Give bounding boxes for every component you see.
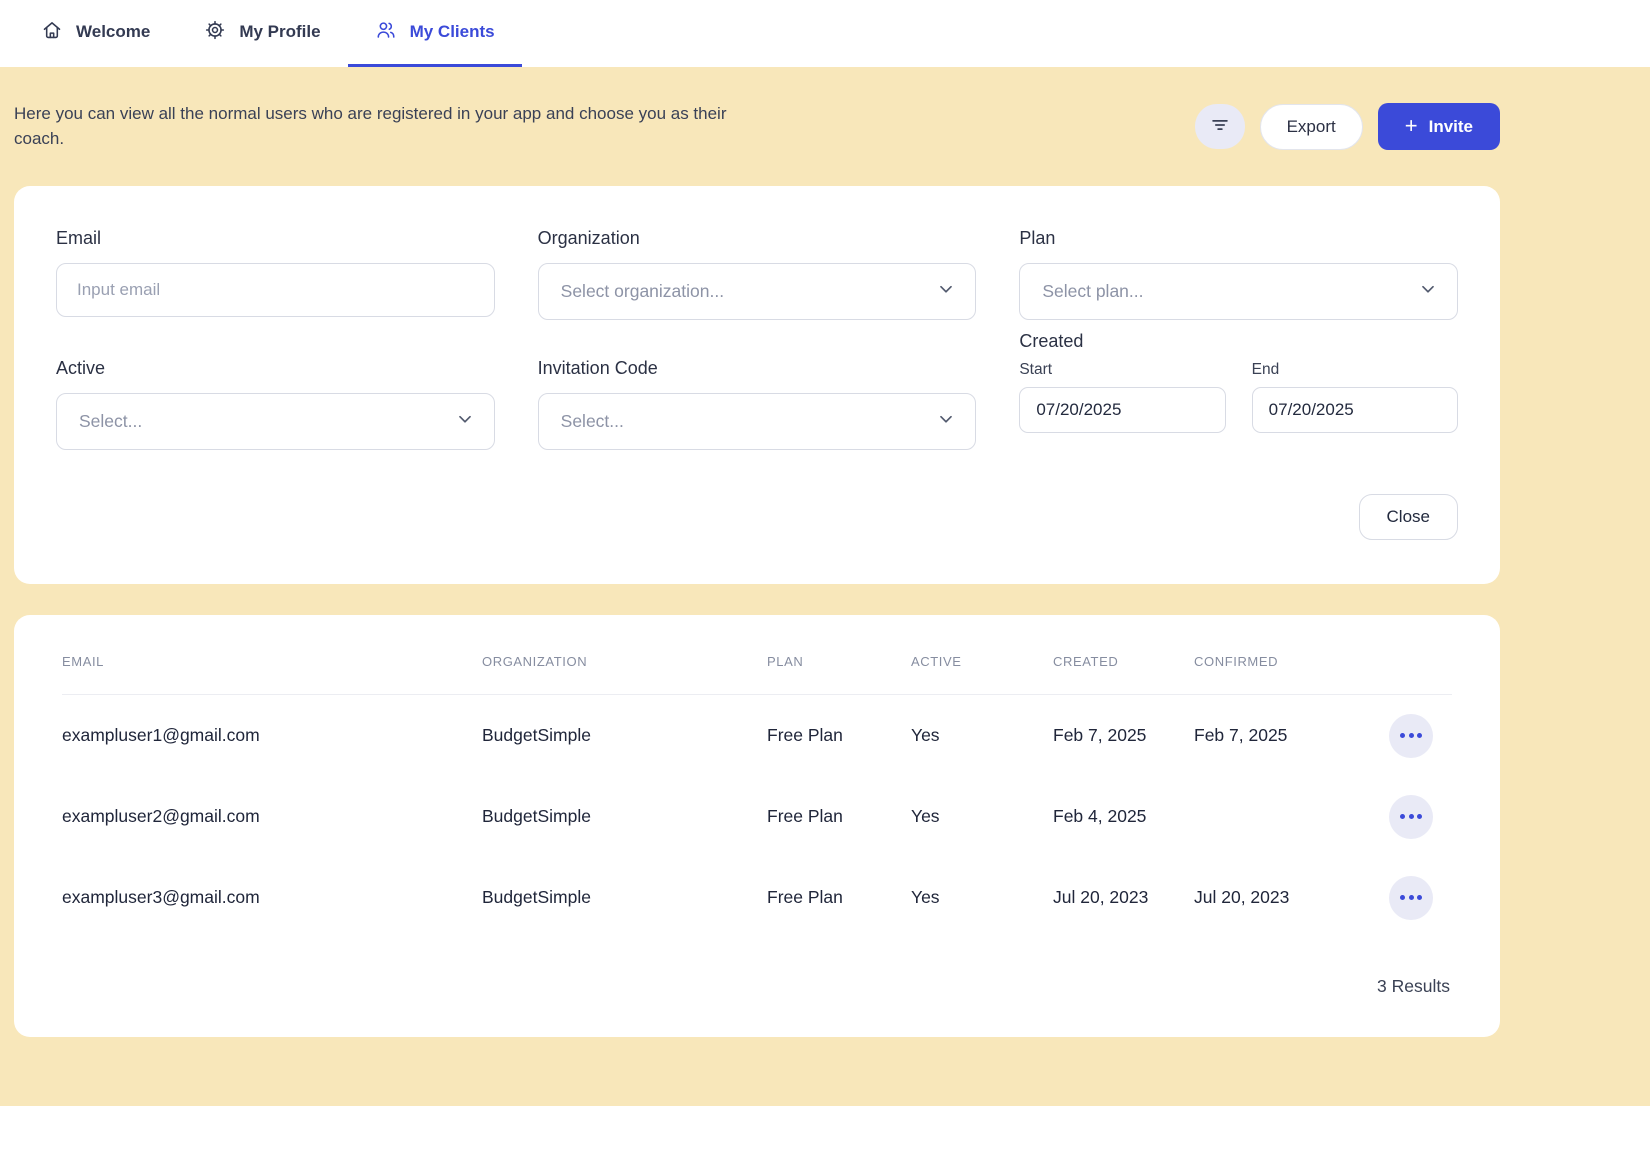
filter-icon bbox=[1209, 114, 1231, 139]
cell-confirmed: Feb 7, 2025 bbox=[1194, 725, 1389, 746]
tab-my-profile[interactable]: My Profile bbox=[177, 0, 347, 67]
gear-icon bbox=[204, 19, 226, 46]
table-row: exampluser3@gmail.com BudgetSimple Free … bbox=[62, 857, 1452, 938]
my-clients-page: Here you can view all the normal users w… bbox=[0, 67, 1650, 1106]
chevron-down-icon bbox=[454, 408, 476, 435]
cell-active: Yes bbox=[911, 725, 1053, 746]
invitation-code-filter-field: Invitation Code Select... bbox=[538, 358, 977, 450]
tab-label: My Profile bbox=[239, 22, 320, 42]
invite-button[interactable]: + Invite bbox=[1378, 103, 1500, 150]
cell-created: Feb 7, 2025 bbox=[1053, 725, 1194, 746]
cell-confirmed: Jul 20, 2023 bbox=[1194, 887, 1389, 908]
start-date-input[interactable] bbox=[1019, 387, 1225, 433]
cell-email: exampluser2@gmail.com bbox=[62, 806, 482, 827]
page-description: Here you can view all the normal users w… bbox=[14, 102, 754, 151]
email-filter-field: Email bbox=[56, 228, 495, 320]
row-actions-button[interactable] bbox=[1389, 876, 1433, 920]
tab-label: My Clients bbox=[410, 22, 495, 42]
cell-active: Yes bbox=[911, 806, 1053, 827]
tab-my-clients[interactable]: My Clients bbox=[348, 0, 522, 67]
cell-created: Feb 4, 2025 bbox=[1053, 806, 1194, 827]
users-icon bbox=[375, 19, 397, 46]
invitation-code-label: Invitation Code bbox=[538, 358, 977, 379]
table-row: exampluser2@gmail.com BudgetSimple Free … bbox=[62, 776, 1452, 857]
plus-icon: + bbox=[1405, 115, 1418, 137]
end-label: End bbox=[1252, 361, 1458, 379]
active-label: Active bbox=[56, 358, 495, 379]
plan-label: Plan bbox=[1019, 228, 1458, 249]
cell-organization: BudgetSimple bbox=[482, 887, 767, 908]
organization-label: Organization bbox=[538, 228, 977, 249]
organization-select-value: Select organization... bbox=[561, 281, 724, 302]
invite-button-label: Invite bbox=[1429, 117, 1473, 137]
table-row: exampluser1@gmail.com BudgetSimple Free … bbox=[62, 695, 1452, 776]
tab-welcome[interactable]: Welcome bbox=[14, 0, 177, 67]
chevron-down-icon bbox=[1417, 278, 1439, 305]
column-header-created: CREATED bbox=[1053, 654, 1194, 669]
active-select[interactable]: Select... bbox=[56, 393, 495, 450]
row-actions-button[interactable] bbox=[1389, 795, 1433, 839]
organization-filter-field: Organization Select organization... bbox=[538, 228, 977, 320]
active-select-value: Select... bbox=[79, 411, 142, 432]
plan-select-value: Select plan... bbox=[1042, 281, 1143, 302]
cell-organization: BudgetSimple bbox=[482, 806, 767, 827]
end-date-input[interactable] bbox=[1252, 387, 1458, 433]
cell-created: Jul 20, 2023 bbox=[1053, 887, 1194, 908]
chevron-down-icon bbox=[935, 408, 957, 435]
email-label: Email bbox=[56, 228, 495, 249]
created-start-field: Start bbox=[1019, 361, 1225, 433]
chevron-down-icon bbox=[935, 278, 957, 305]
results-count: 3 Results bbox=[1377, 976, 1450, 997]
created-end-field: End bbox=[1252, 361, 1458, 433]
close-button[interactable]: Close bbox=[1359, 494, 1458, 540]
home-icon bbox=[41, 19, 63, 46]
created-filter-group: Created Start End bbox=[1019, 331, 1458, 450]
column-header-active: ACTIVE bbox=[911, 654, 1053, 669]
column-header-organization: ORGANIZATION bbox=[482, 654, 767, 669]
plan-select[interactable]: Select plan... bbox=[1019, 263, 1458, 320]
start-label: Start bbox=[1019, 361, 1225, 379]
table-header-row: EMAIL ORGANIZATION PLAN ACTIVE CREATED C… bbox=[62, 615, 1452, 695]
filters-panel: Email Organization Select organization..… bbox=[14, 186, 1500, 584]
top-nav: Welcome My Profile My Clients bbox=[0, 0, 1650, 67]
cell-email: exampluser3@gmail.com bbox=[62, 887, 482, 908]
bottom-strip bbox=[0, 1106, 1650, 1163]
invitation-code-select-value: Select... bbox=[561, 411, 624, 432]
cell-active: Yes bbox=[911, 887, 1053, 908]
filter-button[interactable] bbox=[1195, 104, 1245, 149]
invitation-code-select[interactable]: Select... bbox=[538, 393, 977, 450]
email-input[interactable] bbox=[56, 263, 495, 317]
created-label: Created bbox=[1019, 331, 1458, 352]
cell-plan: Free Plan bbox=[767, 725, 911, 746]
active-filter-field: Active Select... bbox=[56, 358, 495, 450]
tab-label: Welcome bbox=[76, 22, 150, 42]
cell-email: exampluser1@gmail.com bbox=[62, 725, 482, 746]
clients-table: EMAIL ORGANIZATION PLAN ACTIVE CREATED C… bbox=[14, 615, 1500, 1037]
column-header-confirmed: CONFIRMED bbox=[1194, 654, 1389, 669]
export-button[interactable]: Export bbox=[1260, 104, 1363, 150]
cell-organization: BudgetSimple bbox=[482, 725, 767, 746]
cell-plan: Free Plan bbox=[767, 887, 911, 908]
column-header-plan: PLAN bbox=[767, 654, 911, 669]
cell-plan: Free Plan bbox=[767, 806, 911, 827]
organization-select[interactable]: Select organization... bbox=[538, 263, 977, 320]
column-header-email: EMAIL bbox=[62, 654, 482, 669]
plan-filter-field: Plan Select plan... bbox=[1019, 228, 1458, 320]
row-actions-button[interactable] bbox=[1389, 714, 1433, 758]
